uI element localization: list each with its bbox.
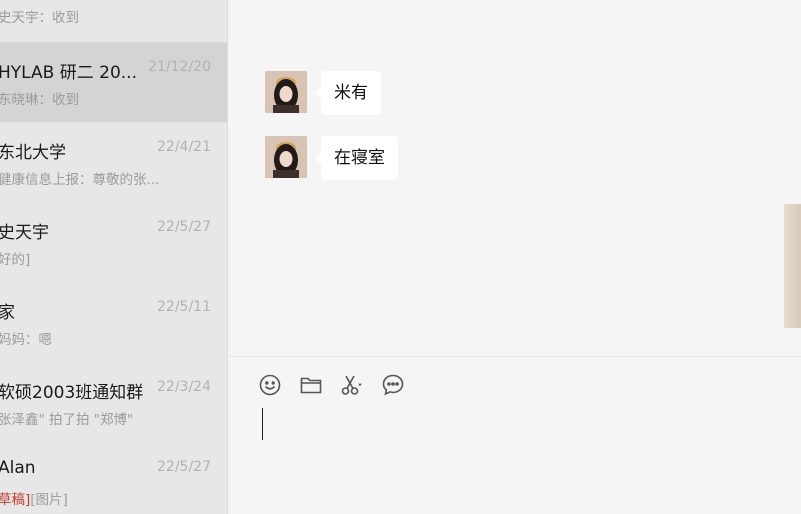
conversation-name: 家 <box>0 298 15 323</box>
conversation-time: 22/5/11 <box>157 299 211 315</box>
conversation-time: 21/12/20 <box>148 59 211 75</box>
chat-bubble-icon[interactable] <box>381 373 405 397</box>
conversation-name: 软硕2003班通知群 <box>0 383 144 403</box>
conversation-item[interactable]: 家 22/5/11 妈妈：嗯 <box>0 282 227 362</box>
conversation-preview: 东晓琳：收到 <box>0 92 79 108</box>
conversation-name: Alan <box>0 458 36 478</box>
conversation-preview: 张泽鑫" 拍了拍 "郑博" <box>0 412 134 428</box>
conversation-list: 史天宇：收到 HYLAB 研二 20... 21/12/20 东晓琳：收到 东北… <box>0 0 228 514</box>
message-input-area[interactable] <box>228 357 801 514</box>
conversation-name: HYLAB 研二 20... <box>0 63 137 83</box>
folder-icon[interactable] <box>299 373 323 397</box>
conversation-name: 东北大学 <box>0 143 66 163</box>
preview-text: [图片] <box>30 492 68 508</box>
conversation-preview: 妈妈：嗯 <box>0 332 52 348</box>
conversation-preview: 健康信息上报：尊敬的张... <box>0 172 160 188</box>
conversation-item[interactable]: HYLAB 研二 20... 21/12/20 东晓琳：收到 <box>0 42 227 122</box>
avatar[interactable] <box>265 71 307 113</box>
conversation-preview: 好的] <box>0 252 31 268</box>
conversation-time: 22/3/24 <box>157 379 211 395</box>
conversation-preview: 草稿][图片] <box>0 488 68 508</box>
emoji-icon[interactable] <box>258 373 282 397</box>
conversation-item[interactable]: 东北大学 22/4/21 健康信息上报：尊敬的张... <box>0 122 227 202</box>
conversation-time: 22/5/27 <box>157 459 211 475</box>
conversation-preview: 史天宇：收到 <box>0 10 79 26</box>
conversation-item[interactable]: 史天宇 22/5/27 好的] <box>0 202 227 282</box>
conversation-name: 史天宇 <box>0 223 49 243</box>
conversation-item[interactable]: 软硕2003班通知群 22/3/24 张泽鑫" 拍了拍 "郑博" <box>0 362 227 442</box>
message-bubble[interactable]: 在寝室 <box>315 136 398 180</box>
conversation-item[interactable]: 史天宇：收到 <box>0 0 227 40</box>
avatar[interactable] <box>265 136 307 178</box>
conversation-time: 22/5/27 <box>157 219 211 235</box>
text-cursor <box>262 408 263 440</box>
scissors-icon[interactable] <box>340 373 364 397</box>
chat-message-area: 米有 在寝室 <box>228 0 801 356</box>
draft-label: 草稿] <box>0 492 31 508</box>
image-thumbnail[interactable] <box>784 204 801 328</box>
conversation-time: 22/4/21 <box>157 139 211 155</box>
conversation-item[interactable]: Alan 22/5/27 草稿][图片] <box>0 442 227 514</box>
message-bubble[interactable]: 米有 <box>315 71 381 115</box>
